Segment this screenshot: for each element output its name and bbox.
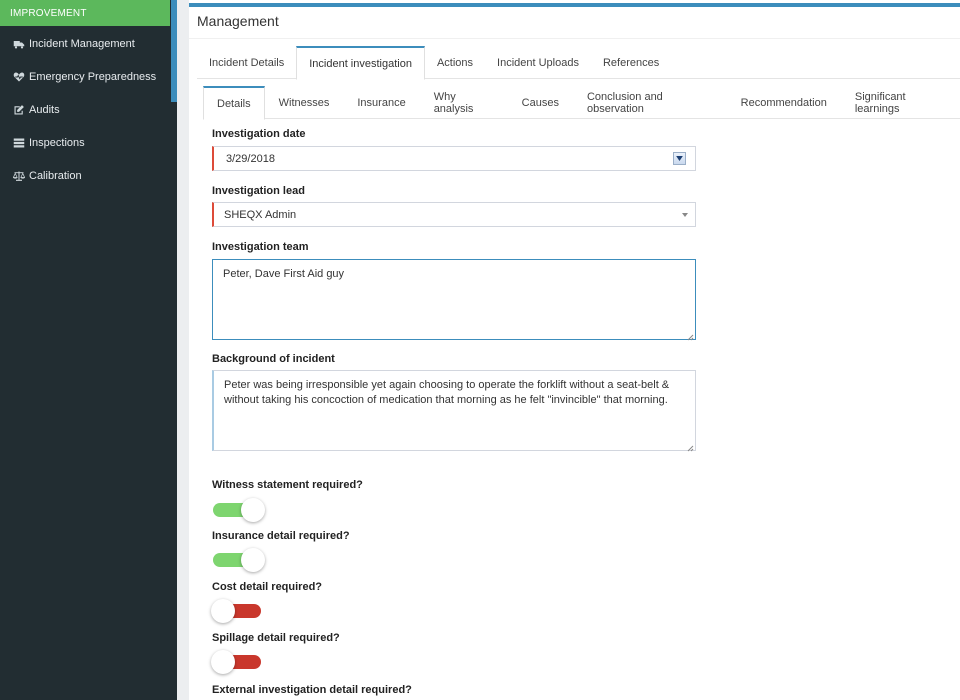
edit-icon [13,104,25,116]
tab-insurance[interactable]: Insurance [343,86,419,119]
cost-detail-label: Cost detail required? [212,581,323,593]
server-icon [13,137,25,149]
tab-references[interactable]: References [591,46,671,79]
title-divider [189,38,960,39]
investigation-team-value: Peter, Dave First Aid guy [223,268,345,280]
tab-why-analysis[interactable]: Why analysis [420,86,508,119]
sidebar-item-incident-management[interactable]: Incident Management [0,27,170,60]
investigation-date-label: Investigation date [212,128,306,140]
background-of-incident-label: Background of incident [212,353,335,365]
toggle-knob [241,498,265,522]
toggle-knob [211,599,235,623]
investigation-team-label: Investigation team [212,241,309,253]
sidebar-item-label: Inspections [29,136,85,149]
investigation-date-value: 3/29/2018 [226,153,275,165]
caret-down-icon [682,213,688,217]
tab-conclusion-and-observation[interactable]: Conclusion and observation [573,86,727,119]
tab-actions[interactable]: Actions [425,46,485,79]
primary-tabs: Incident Details Incident investigation … [197,46,960,80]
external-investigation-label: External investigation detail required? [212,684,412,696]
tab-incident-details[interactable]: Incident Details [197,46,296,79]
main-panel: Management Incident Details Incident inv… [189,0,960,700]
chevron-down-icon [676,156,683,161]
witness-statement-toggle[interactable] [212,497,265,523]
toggle-knob [241,548,265,572]
tab-recommendation[interactable]: Recommendation [727,86,841,119]
tab-details[interactable]: Details [203,86,265,120]
sidebar-item-emergency-preparedness[interactable]: Emergency Preparedness [0,60,170,93]
background-of-incident-value: Peter was being irresponsible yet again … [224,379,670,406]
tab-incident-investigation[interactable]: Incident investigation [296,46,425,80]
toggle-knob [211,650,235,674]
investigation-lead-value: SHEQX Admin [224,209,297,221]
sidebar-item-label: Calibration [29,169,82,182]
cost-detail-toggle[interactable] [211,598,262,624]
sidebar-item-label: Incident Management [29,37,135,50]
sidebar-section-header: IMPROVEMENT [0,0,170,26]
spillage-detail-toggle[interactable] [211,649,262,675]
tab-causes[interactable]: Causes [508,86,573,119]
insurance-detail-toggle[interactable] [212,547,265,573]
sidebar-item-calibration[interactable]: Calibration [0,159,170,192]
heartbeat-icon [13,71,25,83]
page-title: Management [197,13,279,29]
investigation-lead-select[interactable]: SHEQX Admin [212,202,696,227]
panel-top-accent [189,3,960,7]
secondary-tabs: Details Witnesses Insurance Why analysis… [203,86,960,120]
content-gutter [177,0,189,700]
tab-significant-learnings[interactable]: Significant learnings [841,86,960,119]
background-of-incident-textarea[interactable]: Peter was being irresponsible yet again … [212,370,696,452]
investigation-lead-label: Investigation lead [212,185,305,197]
resize-grip-icon[interactable] [687,442,694,452]
tab-witnesses[interactable]: Witnesses [265,86,344,119]
resize-grip-icon[interactable] [687,331,694,341]
investigation-date-field[interactable]: 3/29/2018 [212,146,696,171]
sidebar-item-label: Emergency Preparedness [29,70,157,83]
ambulance-icon [13,38,25,50]
spillage-detail-label: Spillage detail required? [212,632,340,644]
tab-incident-uploads[interactable]: Incident Uploads [485,46,591,79]
sidebar: IMPROVEMENT Incident Management Emergenc… [0,0,177,700]
sidebar-menu: Incident Management Emergency Preparedne… [0,27,170,192]
sidebar-item-label: Audits [29,103,60,116]
sidebar-item-audits[interactable]: Audits [0,93,170,126]
insurance-detail-label: Insurance detail required? [212,530,350,542]
sidebar-item-inspections[interactable]: Inspections [0,126,170,159]
balance-scale-icon [13,170,25,182]
investigation-team-textarea[interactable]: Peter, Dave First Aid guy [212,259,696,341]
calendar-dropdown-button[interactable] [673,152,686,165]
witness-statement-label: Witness statement required? [212,479,363,491]
